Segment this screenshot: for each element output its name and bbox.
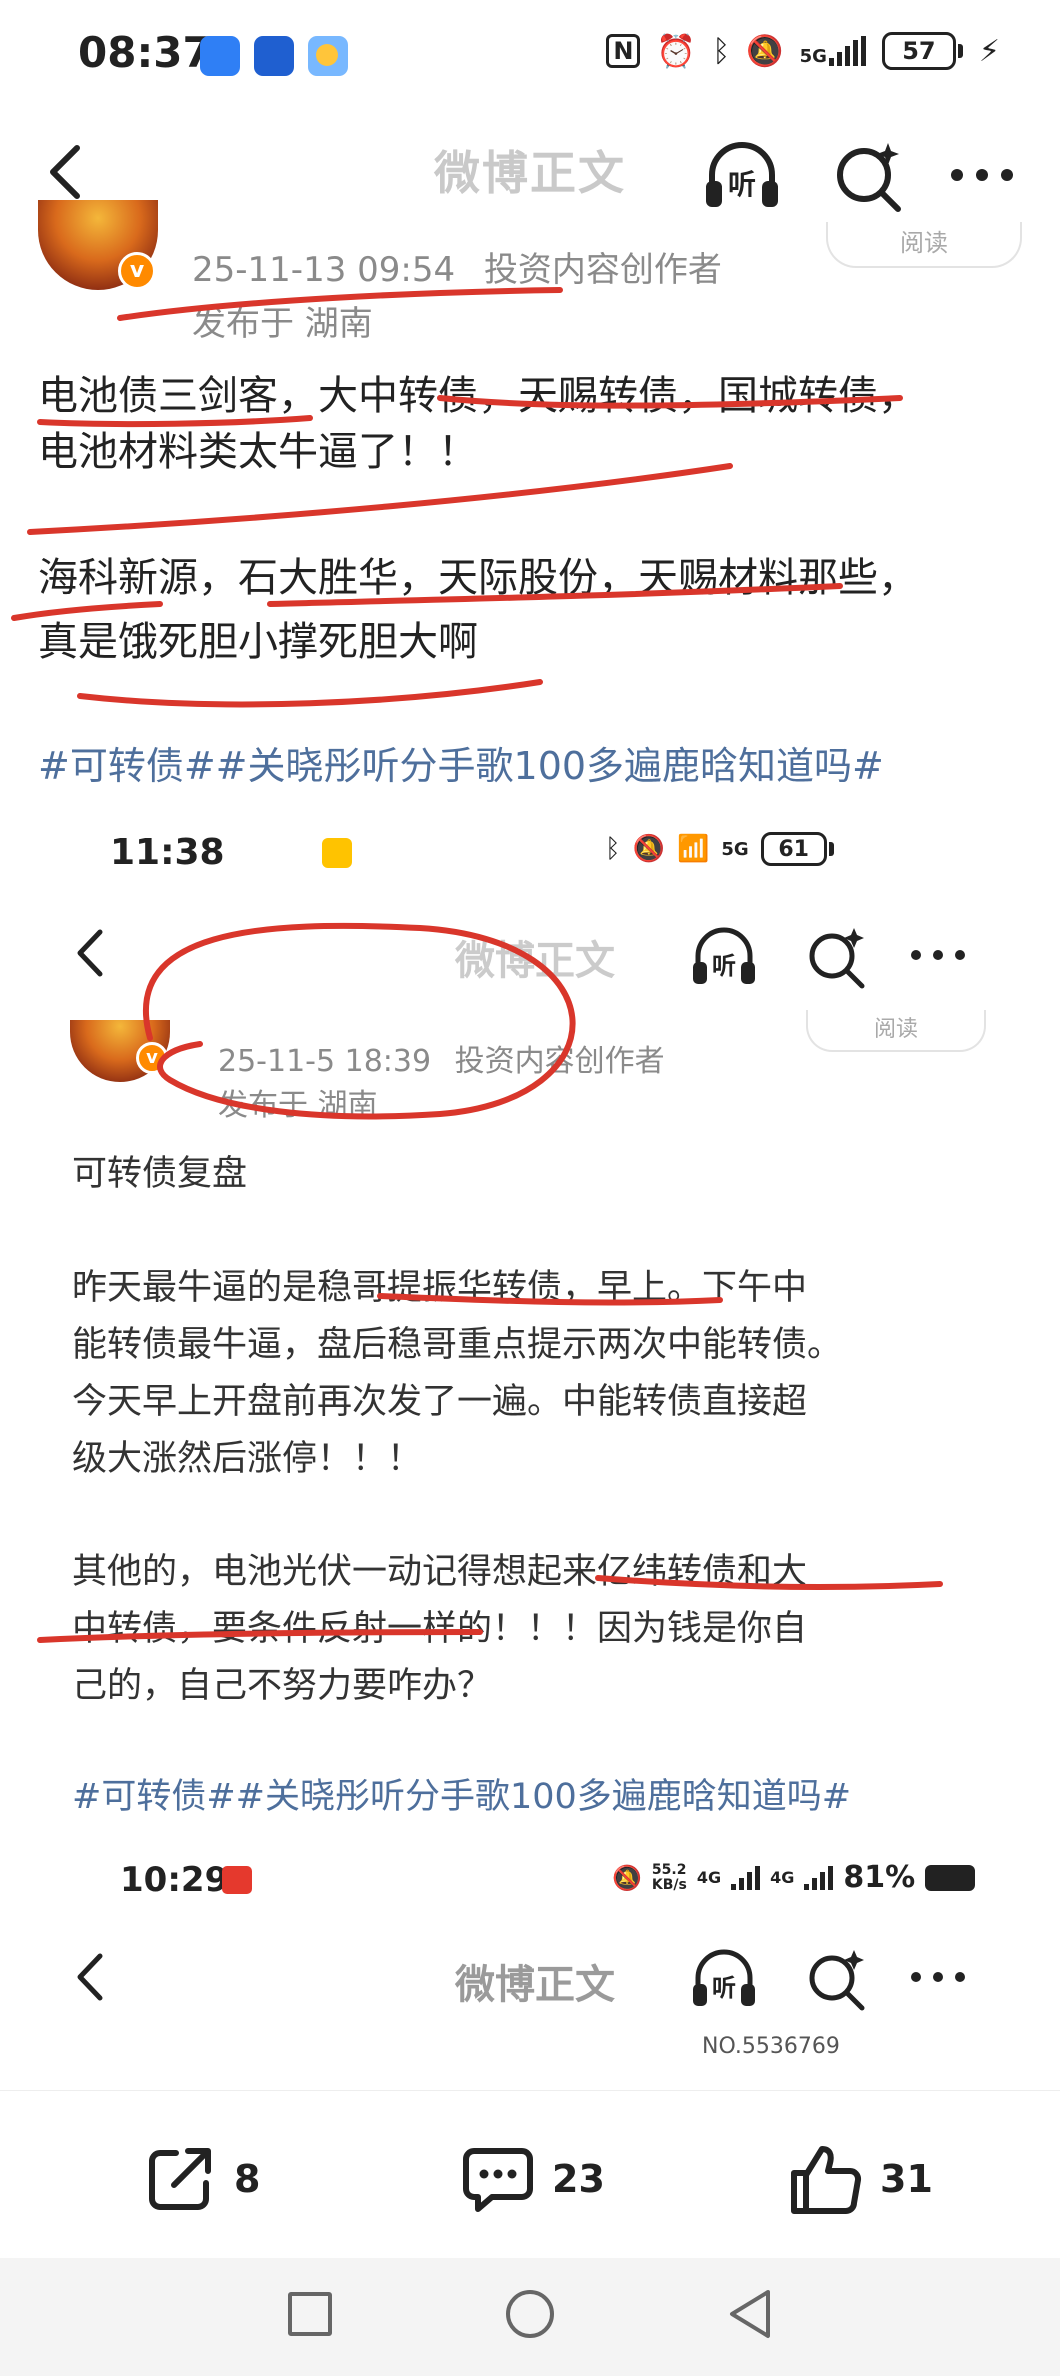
comment-icon (463, 2148, 533, 2212)
status-time: 08:37 (78, 28, 212, 77)
shot2-signal-b-icon (804, 1865, 834, 1890)
embedded-screenshot-1: 11:38 ᛒ 🔕 📶 5G 61 微博正文 听 v 25-11-5 18:39… (70, 810, 1000, 1840)
shot1-meta: 25-11-5 18:39 投资内容创作者 (218, 1036, 665, 1080)
thumbs-up-icon (791, 2146, 862, 2214)
like-button[interactable]: 31 (786, 2139, 933, 2219)
honor-app-icon (200, 36, 240, 76)
listen-button[interactable]: 听 (700, 133, 784, 217)
shot2-network-b: 4G (770, 1868, 795, 1887)
shot1-para2-line3: 己的，自己不努力要咋办？ (72, 1666, 493, 1706)
network-type: 5G (799, 46, 827, 67)
shot1-location: 发布于 湖南 (218, 1088, 378, 1123)
post-date: 25-11-13 09:54 (192, 250, 456, 290)
shot1-hashtags: #可转债##关晓彤听分手歌100多遍鹿晗知道吗# (72, 1777, 852, 1817)
post-line-4: 真是饿死胆小撑死胆大啊 (38, 619, 478, 665)
recent-apps-button[interactable] (288, 2292, 332, 2336)
shot1-date: 25-11-5 18:39 (218, 1044, 432, 1079)
shot2-signal-a-icon (731, 1865, 761, 1890)
battery-icon: 57 (881, 32, 963, 70)
more-dots-icon (951, 169, 1013, 181)
nav-bar: 微博正文 听 (0, 115, 1060, 230)
share-button[interactable]: 8 (140, 2139, 260, 2219)
mute-icon: 🔕 (746, 33, 784, 69)
weather-app-icon (308, 36, 348, 76)
shot2-more-icon (908, 1968, 968, 1990)
system-nav-bar (0, 2258, 1060, 2376)
shot2-badge: NO.5536769 (702, 2034, 840, 2059)
shot2-app-icon (222, 1866, 252, 1894)
bluetooth-icon: ᛒ (712, 33, 731, 69)
shot1-network: 5G (721, 838, 749, 860)
author-role: 投资内容创作者 (483, 250, 722, 290)
listen-label: 听 (728, 168, 757, 201)
share-count: 8 (234, 2157, 261, 2201)
shot2-battery-icon (925, 1864, 976, 1891)
shot1-role: 投资内容创作者 (454, 1044, 665, 1079)
shot1-status-time: 11:38 (110, 832, 225, 873)
embedded-screenshot-2: 10:29 🔕 55.2 KB/s 4G 4G 81% 微博正文 听 NO.55… (70, 1840, 1000, 2080)
battery-level: 57 (881, 32, 956, 70)
post-location: 发布于 湖南 (192, 304, 373, 344)
share-icon (149, 2148, 211, 2210)
status-bar: 08:37 N ⏰ ᛒ 🔕 5G 57 ⚡ (0, 0, 1060, 115)
shot1-more-icon (908, 946, 968, 968)
shot1-app-icon (322, 838, 352, 868)
post-hashtags[interactable]: #可转债##关晓彤听分手歌100多遍鹿晗知道吗# (38, 735, 884, 790)
shot2-battery-text: 81% (843, 1860, 916, 1895)
shot2-listen-label: 听 (712, 1974, 736, 2002)
post-line-2: 电池材料类太牛逼了！！ (38, 429, 478, 475)
shot1-post-title: 可转债复盘 (72, 1154, 248, 1194)
shot1-para1-line3: 今天早上开盘前再次发了一遍。中能转债直接超 (72, 1382, 808, 1422)
back-triangle-icon (730, 2290, 770, 2338)
shot1-status-icons: ᛒ 🔕 📶 5G 61 (605, 832, 834, 866)
action-bar: 8 23 31 (0, 2090, 1060, 2260)
back-nav-button[interactable] (726, 2288, 774, 2344)
shot1-mute-icon: 🔕 (632, 834, 665, 864)
like-count: 31 (880, 2157, 933, 2201)
shot1-para1-line2: 能转债最牛逼，盘后稳哥重点提示两次中能转债。 (72, 1325, 843, 1365)
shot1-read-pill: 阅读 (806, 1010, 986, 1052)
signal-icon: 5G (800, 36, 866, 66)
post-line-1: 电池债三剑客，大中转债，天赐转债，国城转债， (38, 373, 918, 419)
comment-count: 23 (552, 2157, 605, 2201)
shot1-para2-line1: 其他的，电池光伏一动记得想起来亿纬转债和大 (72, 1552, 808, 1592)
post-meta: 25-11-13 09:54 投资内容创作者 (192, 242, 722, 291)
shot2-network-a: 4G (696, 1868, 722, 1887)
shot1-battery-level: 61 (760, 832, 827, 866)
shot2-headphones-icon: 听 (688, 1942, 760, 2014)
search-sparkle-icon (837, 143, 901, 212)
shot2-status-time: 10:29 (120, 1860, 229, 1900)
post-line-3: 海科新源，石大胜华，天际股份，天赐材料那些， (38, 555, 918, 601)
shot2-mute-icon: 🔕 (612, 1863, 642, 1892)
more-button[interactable] (940, 133, 1024, 217)
shot1-battery-icon: 61 (760, 832, 834, 866)
home-button[interactable] (506, 2290, 554, 2338)
alarm-icon: ⏰ (656, 32, 697, 70)
shot1-para1-line4: 级大涨然后涨停！！！ (72, 1439, 423, 1479)
read-count-pill[interactable]: 阅读 (826, 222, 1022, 268)
status-icons: N ⏰ ᛒ 🔕 5G 57 ⚡ (606, 32, 1000, 70)
shot1-search-icon (800, 920, 872, 996)
shot2-status-icons: 🔕 55.2 KB/s 4G 4G 81% (612, 1860, 976, 1895)
shot1-verified-icon: v (136, 1042, 168, 1074)
nfc-icon: N (606, 34, 641, 68)
shot1-para1-line1: 昨天最牛逼的是稳哥提振华转债，早上。下午中 (72, 1268, 808, 1308)
charging-icon: ⚡ (978, 33, 1000, 69)
shot2-speed-value: 55.2 (651, 1861, 687, 1878)
shot1-para2-line2: 中转债，要条件反射一样的！！！因为钱是你自 (72, 1609, 808, 1649)
shot1-headphones-icon: 听 (688, 920, 760, 992)
shot1-bluetooth-icon: ᛒ (605, 834, 621, 864)
comment-button[interactable]: 23 (458, 2139, 605, 2219)
shot2-speed: 55.2 KB/s (651, 1861, 687, 1893)
shot1-listen-label: 听 (712, 952, 736, 980)
autohome-app-icon (254, 36, 294, 76)
shot2-speed-unit: KB/s (651, 1876, 687, 1893)
shot2-search-icon (800, 1942, 872, 2018)
verified-badge-icon: v (118, 252, 156, 290)
shot1-wifi-icon: 📶 (676, 834, 710, 864)
search-button[interactable] (826, 133, 910, 217)
